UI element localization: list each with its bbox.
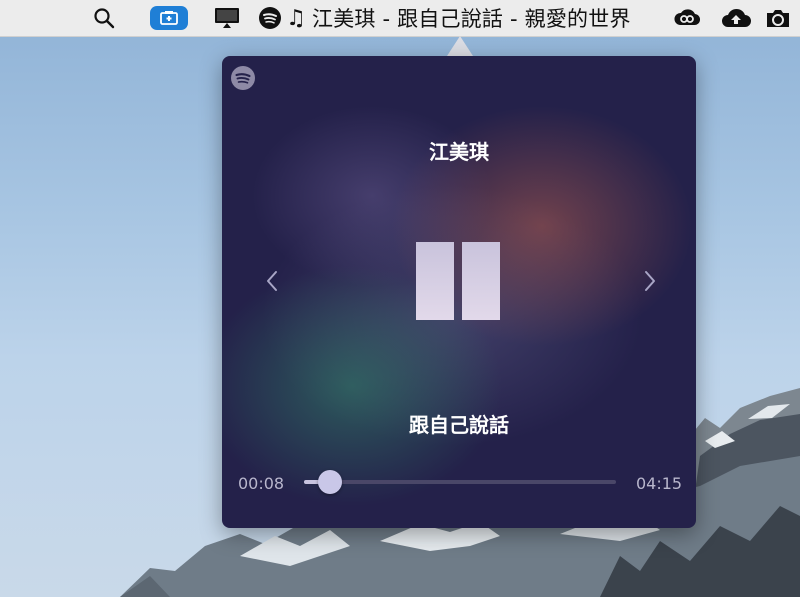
track-title: 跟自己說話 <box>409 413 509 437</box>
time-elapsed: 00:08 <box>238 474 285 493</box>
progress-slider[interactable] <box>304 470 616 494</box>
music-note-icon: ♫ <box>286 5 306 31</box>
monitor-icon[interactable] <box>212 0 242 36</box>
popover-arrow <box>447 36 473 56</box>
pause-icon[interactable] <box>416 242 502 322</box>
camera-icon[interactable] <box>762 0 794 36</box>
artist-name: 江美琪 <box>429 140 489 164</box>
menu-bar: ♫ 江美琪 - 跟自己說話 - 親愛的世界 <box>0 0 800 37</box>
cloud-upload-icon[interactable] <box>718 0 754 36</box>
next-icon[interactable] <box>638 266 662 296</box>
app-window-icon[interactable] <box>150 0 188 36</box>
search-icon[interactable] <box>90 0 118 36</box>
spotify-mini-player: 江美琪 跟自己說話 00:08 04:15 <box>222 56 696 528</box>
spotify-logo-icon[interactable] <box>230 65 256 91</box>
time-total: 04:15 <box>636 474 683 493</box>
now-playing-title[interactable]: 江美琪 - 跟自己說話 - 親愛的世界 <box>312 0 652 36</box>
pause-bar-left <box>416 242 454 320</box>
spotify-icon[interactable] <box>257 0 283 36</box>
previous-icon[interactable] <box>260 266 284 296</box>
progress-knob[interactable] <box>318 470 342 494</box>
creative-cloud-icon[interactable] <box>670 0 704 36</box>
pause-bar-right <box>462 242 500 320</box>
